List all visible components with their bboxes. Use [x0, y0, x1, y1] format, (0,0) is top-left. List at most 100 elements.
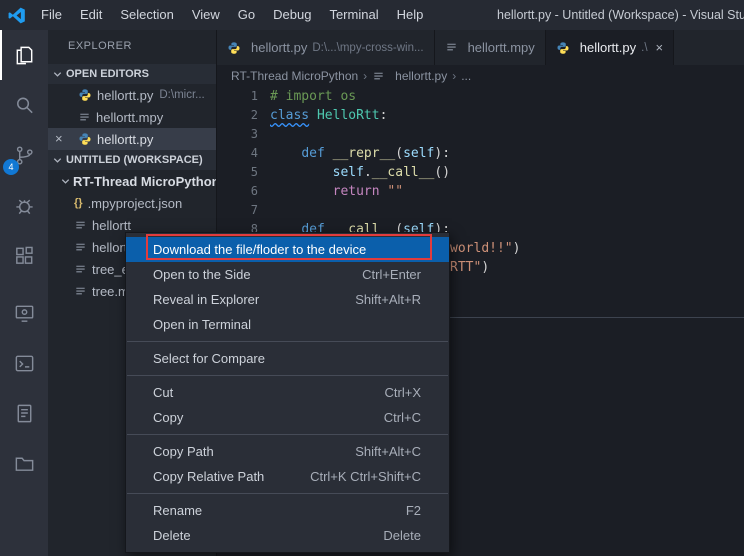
line-number[interactable]: 7 [217, 201, 258, 220]
menu-separator [127, 434, 448, 435]
file-file-icon [445, 41, 458, 54]
tab-path: D:\...\mpy-cross-win... [312, 42, 423, 54]
breadcrumb-item[interactable]: RT-Thread MicroPython [231, 69, 358, 83]
code-line: 1 # import os [217, 87, 744, 106]
file-icon [372, 70, 385, 83]
menu-item-label: Cut [153, 385, 365, 400]
line-number[interactable]: 4 [217, 144, 258, 163]
workspace-label: UNTITLED (WORKSPACE) [66, 154, 203, 166]
menu-item-select-for-compare[interactable]: Select for Compare [126, 346, 449, 371]
code-token: self [333, 165, 364, 180]
code-text [258, 125, 270, 144]
code-token: # import os [270, 89, 356, 104]
menu-go[interactable]: Go [229, 0, 264, 30]
menu-file[interactable]: File [32, 0, 71, 30]
close-icon[interactable]: × [656, 40, 664, 55]
tab-path: .\ [641, 42, 647, 54]
open-editor-item[interactable]: hellortt.py D:\micr... [48, 84, 216, 106]
line-number[interactable]: 1 [217, 87, 258, 106]
open-editors-list: hellortt.pyD:\micr...hellortt.mpy×hellor… [48, 84, 216, 150]
line-number[interactable]: 6 [217, 182, 258, 201]
menu-separator [127, 341, 448, 342]
breadcrumb-item[interactable]: ... [461, 69, 471, 83]
menu-item-shortcut: Shift+Alt+C [355, 444, 421, 459]
device-monitor-icon[interactable] [0, 288, 48, 338]
output-document-icon[interactable] [0, 388, 48, 438]
code-token: __call__ [372, 165, 435, 180]
code-token: ): [434, 146, 450, 161]
open-editor-path: D:\micr... [159, 89, 204, 101]
menu-item-shortcut: Ctrl+C [384, 410, 421, 425]
code-token: def [301, 146, 324, 161]
menu-item-shortcut: Ctrl+K Ctrl+Shift+C [310, 469, 421, 484]
line-number[interactable]: 3 [217, 125, 258, 144]
tab-label: hellortt.py [251, 40, 307, 55]
editor-tab[interactable]: hellortt.py.\× [546, 30, 674, 65]
menu-edit[interactable]: Edit [71, 0, 111, 30]
menu-item-shortcut: Ctrl+X [385, 385, 421, 400]
breadcrumb-separator-icon: › [363, 69, 367, 83]
line-number[interactable]: 2 [217, 106, 258, 125]
code-token: : [380, 108, 388, 123]
code-token: . [364, 165, 372, 180]
menu-item-label: Rename [153, 503, 386, 518]
tree-item-label: tree.m [92, 284, 129, 299]
code-text: return "" [258, 182, 403, 201]
breadcrumb: RT-Thread MicroPython › hellortt.py ›... [217, 65, 744, 87]
code-line: 2class HelloRtt: [217, 106, 744, 125]
tree-folder[interactable]: RT-Thread MicroPython [48, 170, 216, 192]
editor-tab[interactable]: hellortt.mpy [435, 30, 546, 65]
editor-tab[interactable]: hellortt.py D:\...\mpy-cross-win... [217, 30, 435, 65]
open-editor-item[interactable]: hellortt.mpy [48, 106, 216, 128]
menu-item-copy-path[interactable]: Copy PathShift+Alt+C [126, 439, 449, 464]
menu-item-rename[interactable]: RenameF2 [126, 498, 449, 523]
extensions-icon[interactable] [0, 230, 48, 280]
file-file-icon [74, 263, 87, 276]
menu-item-reveal-in-explorer[interactable]: Reveal in ExplorerShift+Alt+R [126, 287, 449, 312]
context-menu: Download the file/floder to the deviceOp… [125, 232, 450, 553]
code-token [325, 146, 333, 161]
menu-item-open-to-the-side[interactable]: Open to the SideCtrl+Enter [126, 262, 449, 287]
code-line: 7 [217, 201, 744, 220]
close-icon[interactable]: × [55, 128, 63, 150]
menu-item-copy[interactable]: CopyCtrl+C [126, 405, 449, 430]
breadcrumb-separator-icon: › [452, 69, 456, 83]
source-control-icon[interactable]: 4 [0, 130, 48, 180]
menu-item-cut[interactable]: Cut Ctrl+X [126, 380, 449, 405]
breadcrumb-item[interactable]: hellortt.py [395, 69, 447, 83]
menu-item-label: Open to the Side [153, 267, 342, 282]
activity-bar-spacer [0, 280, 48, 288]
open-editors-header[interactable]: OPEN EDITORS [48, 64, 216, 84]
menu-item-delete[interactable]: DeleteDelete [126, 523, 449, 548]
menu-item-open-in-terminal[interactable]: Open in Terminal [126, 312, 449, 337]
menu-help[interactable]: Help [388, 0, 433, 30]
open-editors-label: OPEN EDITORS [66, 68, 149, 80]
terminal-console-icon[interactable] [0, 338, 48, 388]
search-icon[interactable] [0, 80, 48, 130]
menu-item-copy-relative-path[interactable]: Copy Relative PathCtrl+K Ctrl+Shift+C [126, 464, 449, 489]
code-text: class HelloRtt: [258, 106, 387, 125]
code-token [309, 108, 317, 123]
menu-view[interactable]: View [183, 0, 229, 30]
open-editor-item[interactable]: ×hellortt.py [48, 128, 216, 150]
menu-bar: FileEditSelectionViewGoDebugTerminalHelp [32, 0, 432, 30]
chevron-down-icon [52, 69, 63, 80]
menu-selection[interactable]: Selection [111, 0, 182, 30]
tab-label: hellortt.mpy [468, 40, 535, 55]
line-number[interactable]: 5 [217, 163, 258, 182]
code-token: RTT" [450, 260, 481, 275]
explorer-icon[interactable] [0, 30, 48, 80]
code-token: ) [481, 260, 489, 275]
workspace-header[interactable]: UNTITLED (WORKSPACE) [48, 150, 216, 170]
tree-file[interactable]: {}.mpyproject.json [48, 192, 216, 214]
title-bar: FileEditSelectionViewGoDebugTerminalHelp… [0, 0, 744, 30]
menu-item-download-the-file-floder-to-the-device[interactable]: Download the file/floder to the device [126, 237, 449, 262]
debug-icon[interactable] [0, 180, 48, 230]
open-editor-name: hellortt.py [97, 88, 153, 103]
menu-terminal[interactable]: Terminal [320, 0, 387, 30]
chevron-down-icon [60, 176, 71, 187]
file-file-icon [74, 285, 87, 298]
menu-debug[interactable]: Debug [264, 0, 320, 30]
folder-view-icon[interactable] [0, 438, 48, 488]
code-token: world!!" [450, 241, 513, 256]
